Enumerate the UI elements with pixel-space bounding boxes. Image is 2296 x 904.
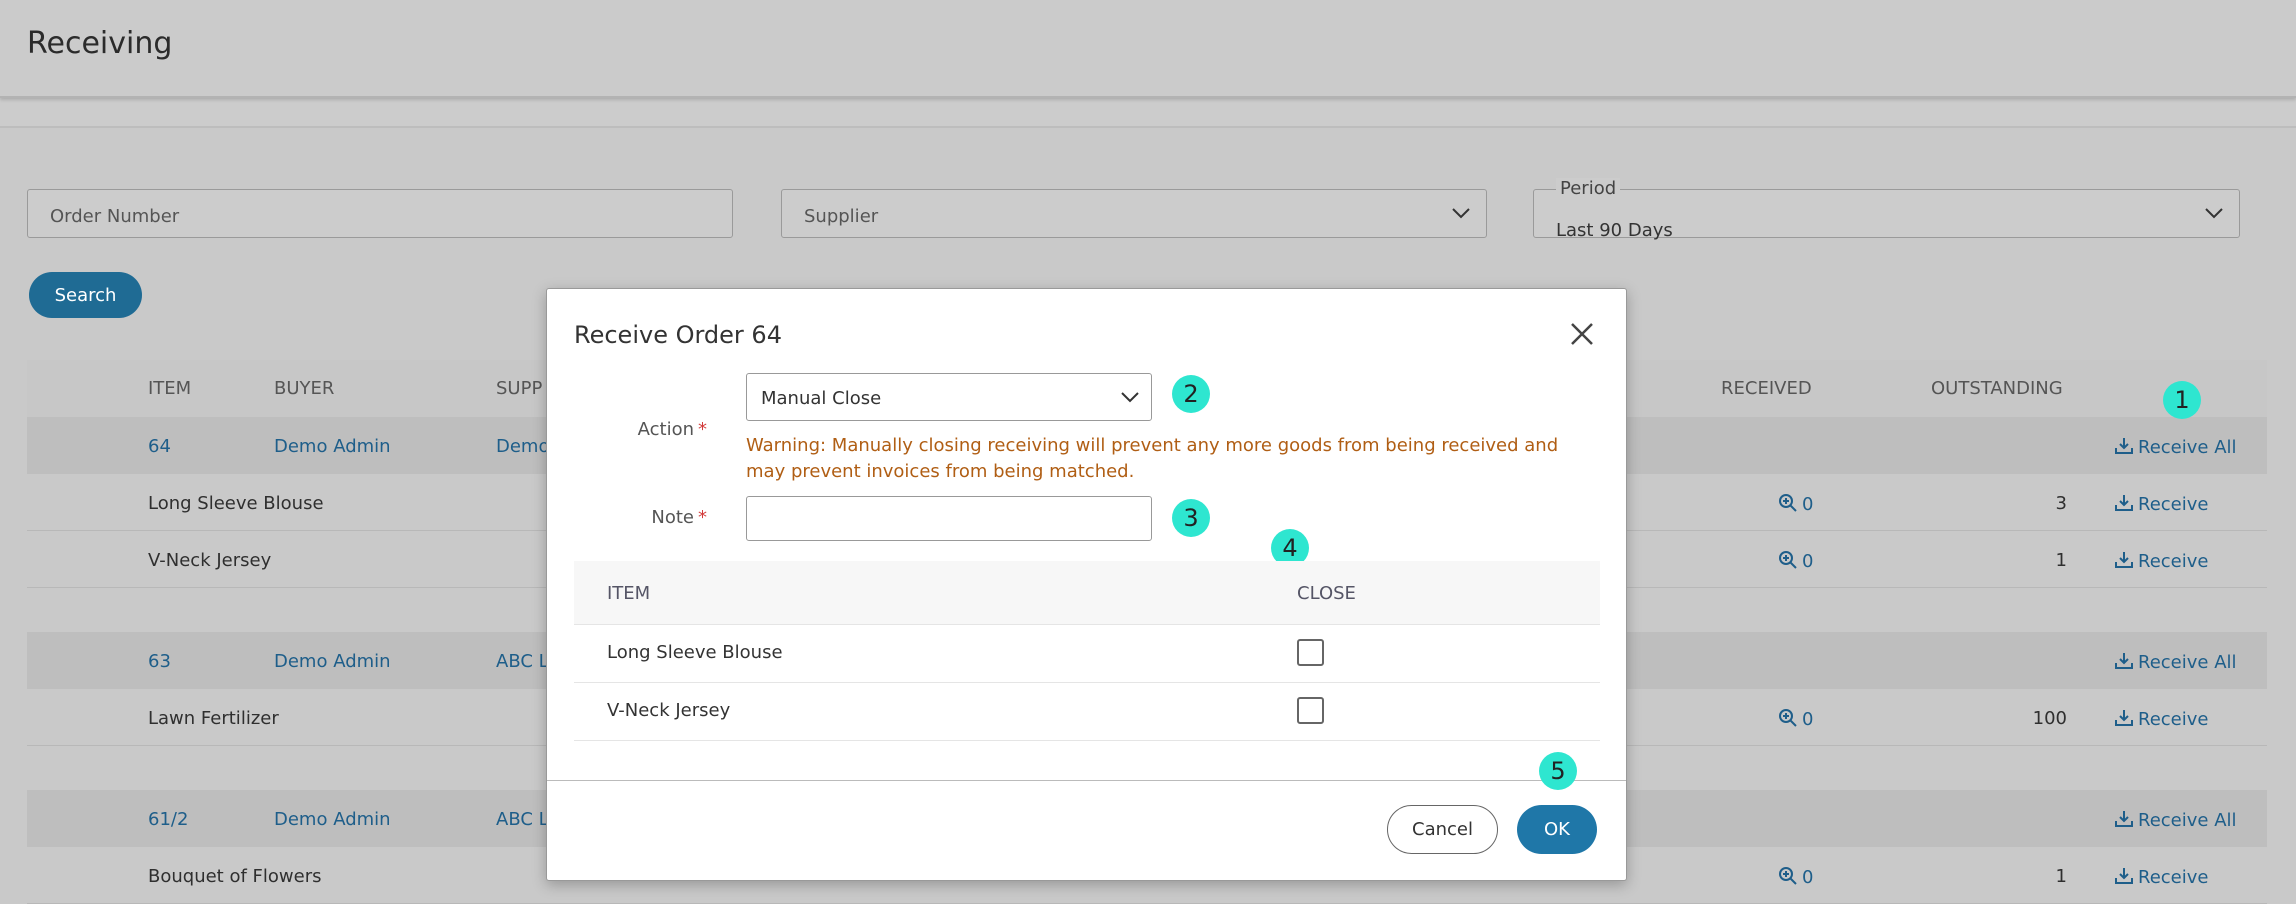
received-count: 0 bbox=[1802, 551, 1814, 572]
close-icon[interactable] bbox=[1567, 319, 1597, 349]
page-header: Receiving bbox=[0, 0, 2296, 98]
supplier-select[interactable]: Supplier bbox=[781, 189, 1487, 238]
receive-button[interactable]: Receive bbox=[2114, 866, 2208, 888]
received-count: 0 bbox=[1802, 494, 1814, 515]
buyer-link[interactable]: Demo Admin bbox=[274, 651, 391, 672]
order-number-link[interactable]: 63 bbox=[148, 651, 171, 672]
item-name: Bouquet of Flowers bbox=[148, 866, 322, 887]
receive-button[interactable]: Receive bbox=[2114, 550, 2208, 572]
column-item: ITEM bbox=[148, 378, 192, 399]
action-label-text: Action bbox=[637, 419, 694, 440]
column-item: ITEM bbox=[607, 583, 651, 604]
column-outstanding: OUTSTANDING bbox=[1931, 378, 2063, 399]
ok-button[interactable]: OK bbox=[1517, 805, 1597, 854]
outstanding-count: 1 bbox=[2055, 866, 2067, 887]
receive-icon bbox=[2115, 811, 2133, 827]
close-checkbox[interactable] bbox=[1297, 697, 1324, 724]
zoom-in-icon bbox=[1779, 709, 1797, 727]
receive-all-button[interactable]: Receive All bbox=[2114, 651, 2237, 673]
received-link[interactable]: 0 bbox=[1778, 550, 1813, 572]
received-link[interactable]: 0 bbox=[1778, 493, 1813, 515]
period-select[interactable]: Last 90 Days bbox=[1533, 189, 2240, 241]
receive-icon bbox=[2115, 552, 2133, 568]
receive-icon bbox=[2115, 438, 2133, 454]
required-mark: * bbox=[698, 419, 707, 440]
item-name: Long Sleeve Blouse bbox=[607, 642, 783, 663]
supplier-link[interactable]: ABC L bbox=[496, 809, 549, 830]
buyer-link[interactable]: Demo Admin bbox=[274, 809, 391, 830]
order-number-placeholder: Order Number bbox=[50, 206, 180, 227]
page-title: Receiving bbox=[27, 26, 173, 61]
receive-all-label: Receive All bbox=[2138, 810, 2237, 831]
close-checkbox[interactable] bbox=[1297, 639, 1324, 666]
supplier-link[interactable]: ABC L bbox=[496, 651, 549, 672]
dialog-divider bbox=[547, 780, 1626, 781]
search-button[interactable]: Search bbox=[29, 272, 142, 318]
column-close: CLOSE bbox=[1297, 583, 1356, 604]
cancel-button[interactable]: Cancel bbox=[1387, 805, 1498, 854]
receive-label: Receive bbox=[2138, 494, 2209, 515]
action-value: Manual Close bbox=[761, 388, 882, 409]
note-input[interactable] bbox=[746, 496, 1152, 541]
manual-close-warning: Warning: Manually closing receiving will… bbox=[746, 435, 1559, 482]
receive-button[interactable]: Receive bbox=[2114, 493, 2208, 515]
chevron-down-icon bbox=[1452, 208, 1470, 219]
receive-icon bbox=[2115, 495, 2133, 511]
action-label: Action * bbox=[547, 419, 707, 440]
received-link[interactable]: 0 bbox=[1778, 708, 1813, 730]
action-select[interactable]: Manual Close bbox=[746, 373, 1152, 421]
table-row: Long Sleeve Blouse bbox=[574, 625, 1600, 683]
buyer-link[interactable]: Demo Admin bbox=[274, 436, 391, 457]
dialog-table-header: ITEM CLOSE bbox=[574, 561, 1600, 625]
chevron-down-icon bbox=[2205, 208, 2223, 219]
note-label: Note * bbox=[547, 507, 707, 528]
receive-icon bbox=[2115, 868, 2133, 884]
zoom-in-icon bbox=[1779, 551, 1797, 569]
column-received: RECEIVED bbox=[1721, 378, 1812, 399]
item-name: V-Neck Jersey bbox=[607, 700, 731, 721]
dialog-title: Receive Order 64 bbox=[574, 321, 782, 349]
required-mark: * bbox=[698, 507, 707, 528]
receive-all-label: Receive All bbox=[2138, 437, 2237, 458]
receive-button[interactable]: Receive bbox=[2114, 708, 2208, 730]
receive-label: Receive bbox=[2138, 551, 2209, 572]
receive-label: Receive bbox=[2138, 709, 2209, 730]
supplier-link[interactable]: Demo bbox=[496, 436, 549, 457]
step-badge: 3 bbox=[1172, 499, 1210, 537]
step-badge: 5 bbox=[1539, 752, 1577, 790]
receive-icon bbox=[2115, 710, 2133, 726]
supplier-placeholder: Supplier bbox=[804, 206, 879, 227]
table-row: V-Neck Jersey bbox=[574, 683, 1600, 741]
zoom-in-icon bbox=[1779, 867, 1797, 885]
receive-all-label: Receive All bbox=[2138, 652, 2237, 673]
column-supplier: SUPP bbox=[496, 378, 543, 399]
receive-all-button[interactable]: Receive All bbox=[2114, 809, 2237, 831]
receive-order-dialog: Receive Order 64 Action * Manual Close 2 … bbox=[546, 288, 1627, 881]
outstanding-count: 100 bbox=[2032, 708, 2067, 729]
received-count: 0 bbox=[1802, 709, 1814, 730]
item-name: Lawn Fertilizer bbox=[148, 708, 279, 729]
zoom-in-icon bbox=[1779, 494, 1797, 512]
order-number-link[interactable]: 61/2 bbox=[148, 809, 188, 830]
step-badge: 1 bbox=[2163, 381, 2201, 419]
received-link[interactable]: 0 bbox=[1778, 866, 1813, 888]
receive-icon bbox=[2115, 653, 2133, 669]
note-label-text: Note bbox=[651, 507, 694, 528]
period-value: Last 90 Days bbox=[1556, 220, 1673, 241]
outstanding-count: 3 bbox=[2055, 493, 2067, 514]
receive-label: Receive bbox=[2138, 867, 2209, 888]
receive-all-button[interactable]: Receive All bbox=[2114, 436, 2237, 458]
step-badge: 2 bbox=[1172, 375, 1210, 413]
item-name: Long Sleeve Blouse bbox=[148, 493, 324, 514]
order-number-input[interactable]: Order Number bbox=[27, 189, 733, 238]
period-label: Period bbox=[1556, 178, 1621, 199]
order-number-link[interactable]: 64 bbox=[148, 436, 171, 457]
chevron-down-icon bbox=[1121, 392, 1139, 403]
outstanding-count: 1 bbox=[2055, 550, 2067, 571]
item-name: V-Neck Jersey bbox=[148, 550, 272, 571]
received-count: 0 bbox=[1802, 867, 1814, 888]
column-buyer: BUYER bbox=[274, 378, 335, 399]
